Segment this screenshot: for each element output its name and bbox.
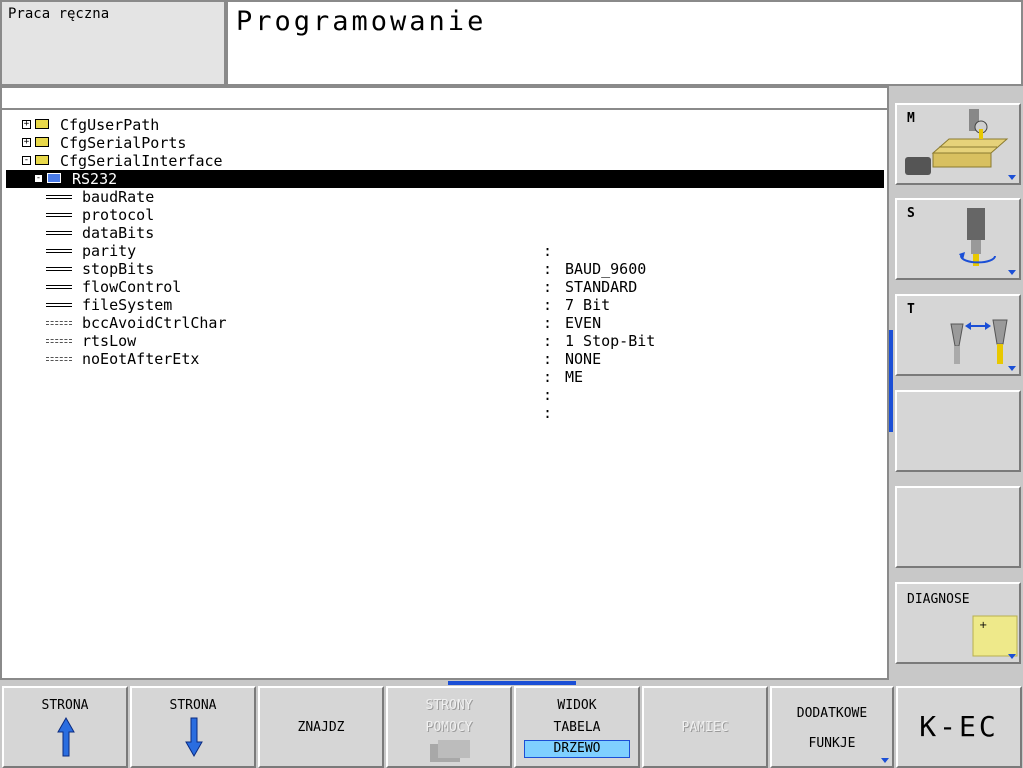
param-row-filesystem[interactable]: fileSystem : ME xyxy=(2,296,882,386)
page-down-softkey[interactable]: STRONA xyxy=(130,686,256,768)
arrow-up-icon xyxy=(57,716,75,757)
expand-icon[interactable]: + xyxy=(22,120,31,129)
tool-change-icon xyxy=(950,319,1008,364)
program-mode-panel: Programowanie xyxy=(226,0,1023,86)
extra-functions-softkey[interactable]: DODATKOWE FUNKJE xyxy=(770,686,894,768)
softkey-label: POMOCY xyxy=(425,720,473,735)
param-icon xyxy=(46,213,72,217)
softkey-label: ZNAJDZ xyxy=(297,720,345,735)
param-icon xyxy=(46,195,72,199)
path-bar xyxy=(2,88,887,110)
param-icon xyxy=(46,249,72,253)
param-row-stopbits[interactable]: stopBits : 1 Stop-Bit xyxy=(2,260,882,350)
t-function-softkey[interactable]: T xyxy=(895,294,1021,376)
softkey-label: STRONA xyxy=(41,698,89,713)
param-separator: : xyxy=(543,404,553,422)
param-name: stopBits xyxy=(82,260,155,278)
param-name: protocol xyxy=(82,206,155,224)
page-title: Programowanie xyxy=(236,6,487,37)
param-name: rtsLow xyxy=(82,332,137,350)
param-row-flowcontrol[interactable]: flowControl : NONE xyxy=(2,278,882,368)
operating-mode-label: Praca ręczna xyxy=(8,6,110,22)
page-up-softkey[interactable]: STRONA xyxy=(2,686,128,768)
param-row-baudrate[interactable]: baudRate : BAUD_9600 xyxy=(2,188,882,278)
param-separator: : xyxy=(543,386,553,404)
param-row-parity[interactable]: parity : EVEN xyxy=(2,242,882,332)
tree-node-rs232[interactable]: - RS232 xyxy=(6,170,884,188)
param-icon xyxy=(46,231,72,235)
collapse-icon[interactable]: - xyxy=(34,174,43,183)
view-mode-softkey[interactable]: WIDOK TABELA DRZEWO xyxy=(514,686,640,768)
folder-open-icon xyxy=(47,173,61,183)
tree-node-label: RS232 xyxy=(72,170,118,188)
kec-softkey[interactable]: K-EC xyxy=(896,686,1022,768)
tree-node-cfgserialinterface[interactable]: - CfgSerialInterface xyxy=(22,152,322,170)
tree-node-cfgserialports[interactable]: + CfgSerialPorts xyxy=(22,134,322,152)
param-optional-icon xyxy=(46,339,72,343)
tree-node-cfguserpath[interactable]: + CfgUserPath xyxy=(22,116,322,134)
empty-softkey[interactable] xyxy=(895,486,1021,568)
folder-open-icon xyxy=(35,155,49,165)
view-tree-active-option: DRZEWO xyxy=(524,740,630,758)
param-row-protocol[interactable]: protocol : STANDARD xyxy=(2,206,882,296)
param-name: parity xyxy=(82,242,137,260)
tree-node-label: CfgSerialPorts xyxy=(60,134,187,152)
param-name: noEotAfterEtx xyxy=(82,350,200,368)
param-name: flowControl xyxy=(82,278,182,296)
empty-softkey[interactable] xyxy=(895,390,1021,472)
param-row-rtslow[interactable]: rtsLow : xyxy=(2,332,882,404)
s-function-softkey[interactable]: S xyxy=(895,198,1021,280)
softkey-row-indicator xyxy=(889,330,893,432)
param-optional-icon xyxy=(46,357,72,361)
chevron-down-icon xyxy=(1008,366,1016,371)
param-separator: : xyxy=(543,368,553,386)
softkey-label: FUNKJE xyxy=(808,736,856,751)
param-row-noeotafteretx[interactable]: noEotAfterEtx : xyxy=(2,350,882,422)
param-icon xyxy=(46,285,72,289)
softkey-label: K-EC xyxy=(919,710,999,743)
tree-node-label: CfgSerialInterface xyxy=(60,152,223,170)
softkey-label: STRONA xyxy=(169,698,217,713)
chevron-down-icon xyxy=(1008,654,1016,659)
softkey-label: PAMIEC xyxy=(681,720,729,735)
param-name: bccAvoidCtrlChar xyxy=(82,314,227,332)
operating-mode-panel: Praca ręczna xyxy=(0,0,226,86)
find-softkey[interactable]: ZNAJDZ xyxy=(258,686,384,768)
spindle-icon xyxy=(959,208,996,266)
tree-node-label: CfgUserPath xyxy=(60,116,160,134)
softkey-label: DODATKOWE xyxy=(796,706,868,721)
param-row-databits[interactable]: dataBits : 7 Bit xyxy=(2,224,882,314)
softkey-label: DIAGNOSE xyxy=(907,592,970,607)
param-name: dataBits xyxy=(82,224,155,242)
svg-text:+: + xyxy=(979,620,987,631)
param-row-bccavoidctrlchar[interactable]: bccAvoidCtrlChar : xyxy=(2,314,882,386)
param-optional-icon xyxy=(46,321,72,325)
collapse-icon[interactable]: - xyxy=(22,156,31,165)
memory-softkey[interactable]: PAMIEC xyxy=(642,686,768,768)
param-value: ME xyxy=(565,368,584,386)
param-name: baudRate xyxy=(82,188,155,206)
softkey-label: WIDOK xyxy=(557,698,597,713)
param-icon xyxy=(46,303,72,307)
active-softkey-indicator xyxy=(448,681,576,685)
m-function-softkey[interactable]: M xyxy=(895,103,1021,185)
machine-table-icon xyxy=(905,109,1009,175)
help-pages-softkey[interactable]: STRONY POMOCY xyxy=(386,686,512,768)
expand-icon[interactable]: + xyxy=(22,138,31,147)
chevron-down-icon xyxy=(1008,175,1016,180)
chevron-down-icon xyxy=(881,758,889,763)
softkey-label: STRONY xyxy=(425,698,473,713)
param-icon xyxy=(46,267,72,271)
param-name: fileSystem xyxy=(82,296,173,314)
folder-icon xyxy=(35,119,49,129)
chevron-down-icon xyxy=(1008,270,1016,275)
softkey-label: TABELA xyxy=(553,720,601,735)
folder-icon xyxy=(35,137,49,147)
help-pages-icon xyxy=(430,740,470,762)
config-tree-panel: + CfgUserPath + CfgSerialPorts - CfgSeri… xyxy=(0,86,889,680)
arrow-down-icon xyxy=(185,717,203,758)
diagnose-softkey[interactable]: DIAGNOSE + xyxy=(895,582,1021,664)
